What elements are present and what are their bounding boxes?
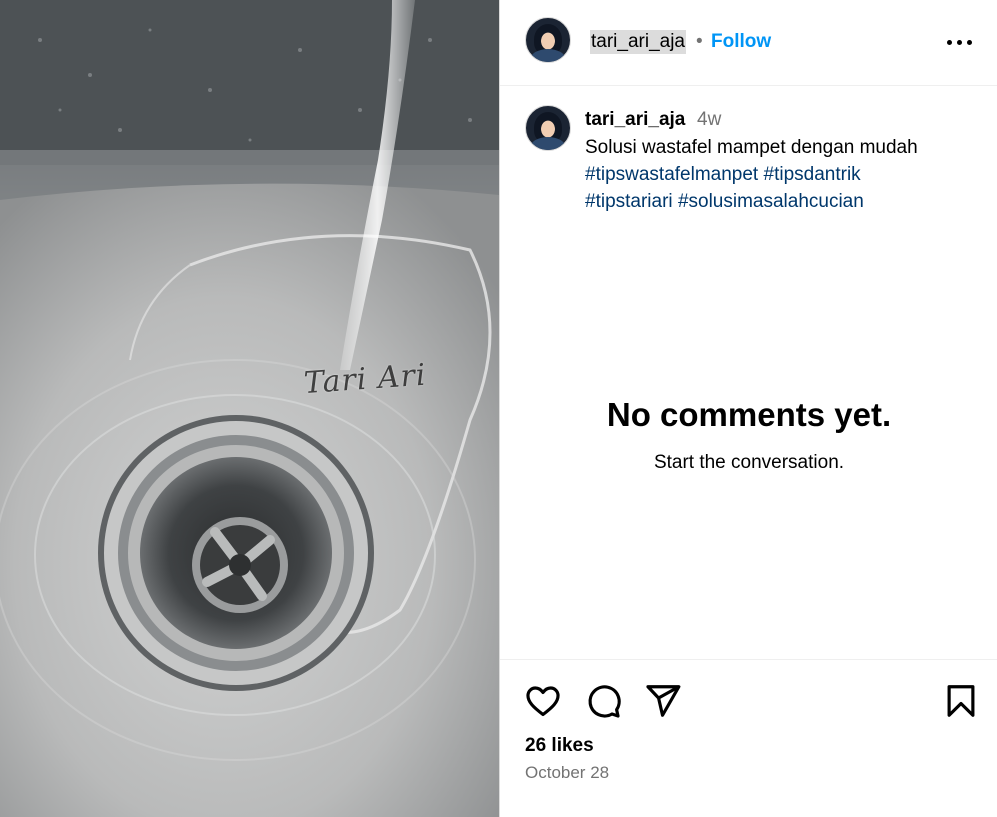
caption-avatar[interactable] [525, 105, 571, 151]
share-send-icon[interactable] [644, 682, 682, 720]
post-actions-footer: 26 likes October 28 [500, 659, 997, 817]
post-header: tari_ari_aja • Follow [500, 0, 997, 86]
post-image[interactable]: Tari Ari [0, 0, 499, 817]
likes-count[interactable]: 26 likes [525, 734, 594, 758]
hashtag-link[interactable]: #tipstariari [585, 191, 673, 212]
hashtag-link[interactable]: #tipswastafelmanpet [585, 164, 758, 185]
post-details-panel: tari_ari_aja • Follow tari_ari_aja 4w So… [499, 0, 997, 817]
like-heart-icon[interactable] [524, 682, 562, 720]
more-options-icon[interactable] [947, 30, 973, 54]
author-avatar[interactable] [525, 17, 571, 63]
caption-text: Solusi wastafel mampet dengan mudah [585, 137, 918, 158]
no-comments-title: No comments yet. [606, 396, 892, 433]
caption-timestamp[interactable]: 4w [697, 108, 721, 132]
author-username[interactable]: tari_ari_aja [590, 30, 686, 54]
hashtag-link[interactable]: #tipsdantrik [764, 164, 861, 185]
follow-button[interactable]: Follow [711, 30, 771, 54]
watermark-text: Tari Ari [302, 357, 428, 402]
caption-hashtags: #tipswastafelmanpet #tipsdantrik #tipsta… [585, 161, 980, 215]
comment-bubble-icon[interactable] [584, 682, 622, 720]
caption-username[interactable]: tari_ari_aja [585, 108, 685, 132]
separator-dot: • [696, 31, 703, 52]
post-date[interactable]: October 28 [525, 762, 609, 784]
save-bookmark-icon[interactable] [942, 682, 980, 720]
sink-drain-illustration [0, 0, 499, 817]
no-comments-subtitle: Start the conversation. [653, 452, 845, 473]
hashtag-link[interactable]: #solusimasalahcucian [678, 191, 864, 212]
